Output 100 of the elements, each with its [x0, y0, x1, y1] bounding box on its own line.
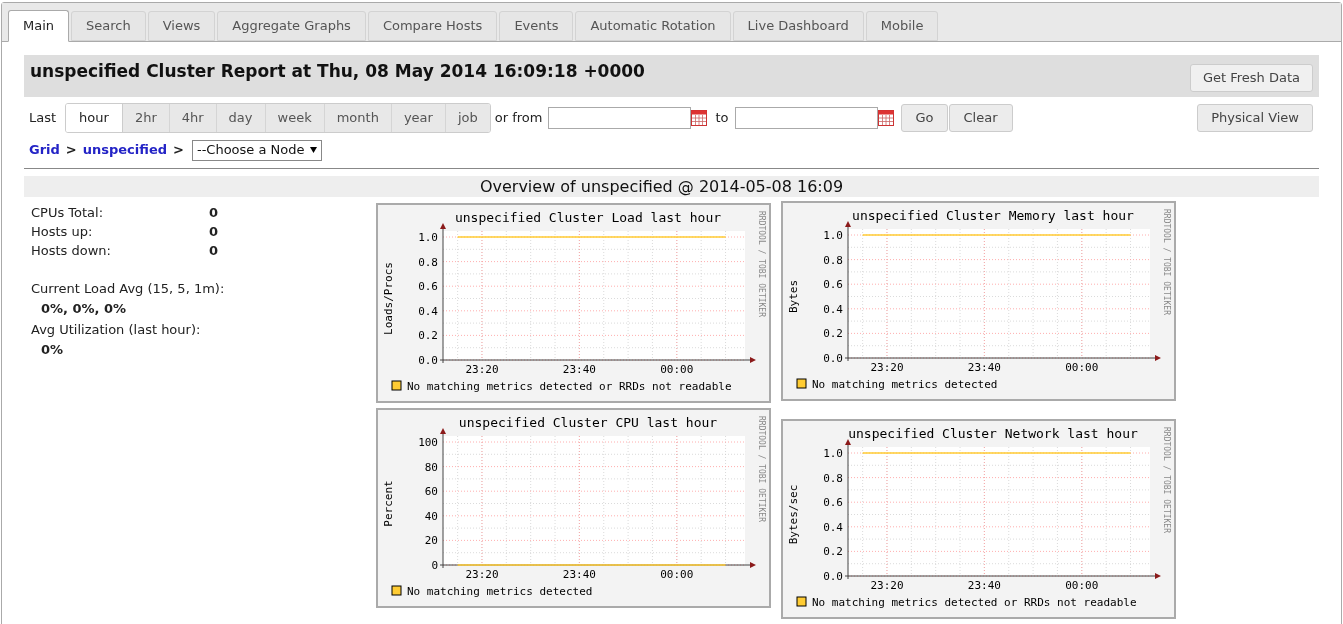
stat-value: 0% [41, 341, 64, 357]
range-option[interactable]: year [391, 104, 446, 132]
tick-label: 23:40 [562, 568, 596, 581]
breadcrumb-link[interactable]: Grid [29, 140, 60, 160]
calendar-icon[interactable] [878, 110, 895, 126]
breadcrumb-separator: > [65, 141, 77, 160]
axis-label: Percent [382, 480, 395, 527]
legend-swatch [391, 380, 402, 391]
axis-label: Bytes/sec [787, 484, 800, 545]
legend-label: No matching metrics detected or RRDs not readable [812, 596, 1137, 609]
tick-label: 20 [424, 534, 438, 548]
tick-label: 1.0 [418, 231, 438, 244]
nav-tab[interactable]: Automatic Rotation [575, 11, 731, 41]
tick-label: 23:20 [870, 579, 904, 592]
axis-label: Loads/Procs [382, 262, 395, 335]
from-date-field[interactable] [548, 107, 692, 129]
legend-swatch [796, 596, 807, 607]
go-button[interactable]: Go [901, 104, 948, 132]
stat-label: Hosts down: [31, 242, 112, 260]
range-option[interactable]: week [265, 104, 325, 132]
legend-label: No matching metrics detected [407, 585, 593, 598]
tick-label: 00:00 [1065, 579, 1099, 592]
legend-label: No matching metrics detected [812, 378, 998, 391]
range-option[interactable]: job [445, 104, 490, 132]
stat-label: Current Load Avg (15, 5, 1m): [31, 281, 225, 296]
tick-label: 0.6 [823, 496, 843, 510]
nav-tab[interactable]: Live Dashboard [732, 11, 864, 41]
tick-label: 100 [418, 436, 438, 449]
tick-label: 00:00 [660, 568, 694, 581]
refresh-button[interactable]: Get Fresh Data [1189, 64, 1313, 92]
tick-label: 0.4 [418, 304, 438, 318]
legend-label: No matching metrics detected or RRDs not readable [407, 380, 732, 393]
stat-value: 0 [209, 204, 219, 222]
graph-title: unspecified Cluster CPU last hour [458, 415, 718, 430]
tick-label: 0.2 [418, 329, 438, 343]
nav-tab[interactable]: Mobile [865, 11, 939, 41]
tick-label: 0.4 [823, 302, 843, 316]
nav-tab[interactable]: Events [499, 11, 574, 41]
graph-credit: RRDTOOL / TOBI OETIKER [1162, 427, 1171, 533]
tick-label: 0.0 [418, 354, 438, 367]
graph-title: unspecified Cluster Memory last hour [852, 208, 1134, 223]
graph-title: unspecified Cluster Network last hour [848, 426, 1138, 441]
tick-label: 80 [424, 460, 438, 474]
range-option[interactable]: hour [66, 104, 123, 132]
tick-label: 23:20 [465, 568, 499, 581]
nav-tab[interactable]: Aggregate Graphs [217, 11, 366, 41]
tick-label: 23:40 [562, 363, 596, 376]
breadcrumb-link[interactable]: unspecified [82, 140, 168, 160]
range-option[interactable]: day [216, 104, 266, 132]
graph-title: unspecified Cluster Load last hour [454, 210, 722, 225]
range-label: Last [29, 109, 57, 128]
physical-view-button[interactable]: Physical View [1197, 104, 1313, 132]
range-option[interactable]: 2hr [122, 104, 170, 132]
breadcrumb-separator: > [173, 141, 184, 160]
tick-label: 00:00 [660, 363, 694, 376]
range-option[interactable]: month [324, 104, 392, 132]
node-select[interactable]: --Choose a Node [191, 139, 322, 161]
tick-label: 23:20 [465, 363, 499, 376]
tick-label: 0.2 [823, 545, 843, 559]
stat-label: CPUs Total: [31, 204, 105, 222]
clear-button[interactable]: Clear [948, 104, 1013, 132]
stat-value: 0 [209, 242, 219, 260]
dropdown-arrow-icon [309, 147, 317, 153]
tick-label: 0.8 [823, 253, 843, 267]
to-label: to [715, 109, 729, 128]
tick-label: 0.8 [418, 255, 438, 269]
tick-label: 0.0 [823, 570, 843, 583]
tick-label: 0.8 [823, 471, 843, 485]
tick-label: 0.2 [823, 327, 843, 341]
tick-label: 23:40 [967, 361, 1001, 374]
stat-value: 0 [209, 223, 219, 241]
tick-label: 23:20 [870, 361, 904, 374]
tick-label: 60 [424, 485, 438, 499]
legend-swatch [796, 378, 807, 389]
report-title: unspecified Cluster Report at Thu, 08 May 2014 16:09:18 +0000 [30, 60, 645, 83]
tick-label: 1.0 [823, 447, 843, 460]
tick-label: 40 [424, 509, 438, 523]
to-date-field[interactable] [735, 107, 879, 129]
legend-swatch [391, 585, 402, 596]
graph-credit: RRDTOOL / TOBI OETIKER [757, 211, 766, 317]
axis-label: Bytes [787, 279, 800, 314]
stat-label: Hosts up: [31, 223, 94, 241]
stat-value: 0%, 0%, 0% [41, 300, 127, 316]
range-option[interactable]: 4hr [169, 104, 217, 132]
nav-tab[interactable]: Compare Hosts [367, 11, 498, 41]
from-label: or from [494, 109, 543, 128]
tick-label: 0 [431, 559, 438, 572]
tick-label: 0.0 [823, 352, 843, 365]
nav-tab[interactable]: Views [147, 11, 216, 41]
tick-label: 00:00 [1065, 361, 1099, 374]
graph-credit: RRDTOOL / TOBI OETIKER [757, 416, 766, 522]
tick-label: 0.6 [418, 280, 438, 294]
overview-title: Overview of unspecified @ 2014-05-08 16:09 [479, 175, 844, 198]
calendar-icon[interactable] [691, 110, 708, 126]
tick-label: 1.0 [823, 229, 843, 242]
nav-tab[interactable]: Main [8, 10, 70, 42]
stat-label: Avg Utilization (last hour): [31, 322, 201, 337]
nav-tab[interactable]: Search [71, 11, 146, 41]
tick-label: 0.4 [823, 520, 843, 534]
tick-label: 23:40 [967, 579, 1001, 592]
